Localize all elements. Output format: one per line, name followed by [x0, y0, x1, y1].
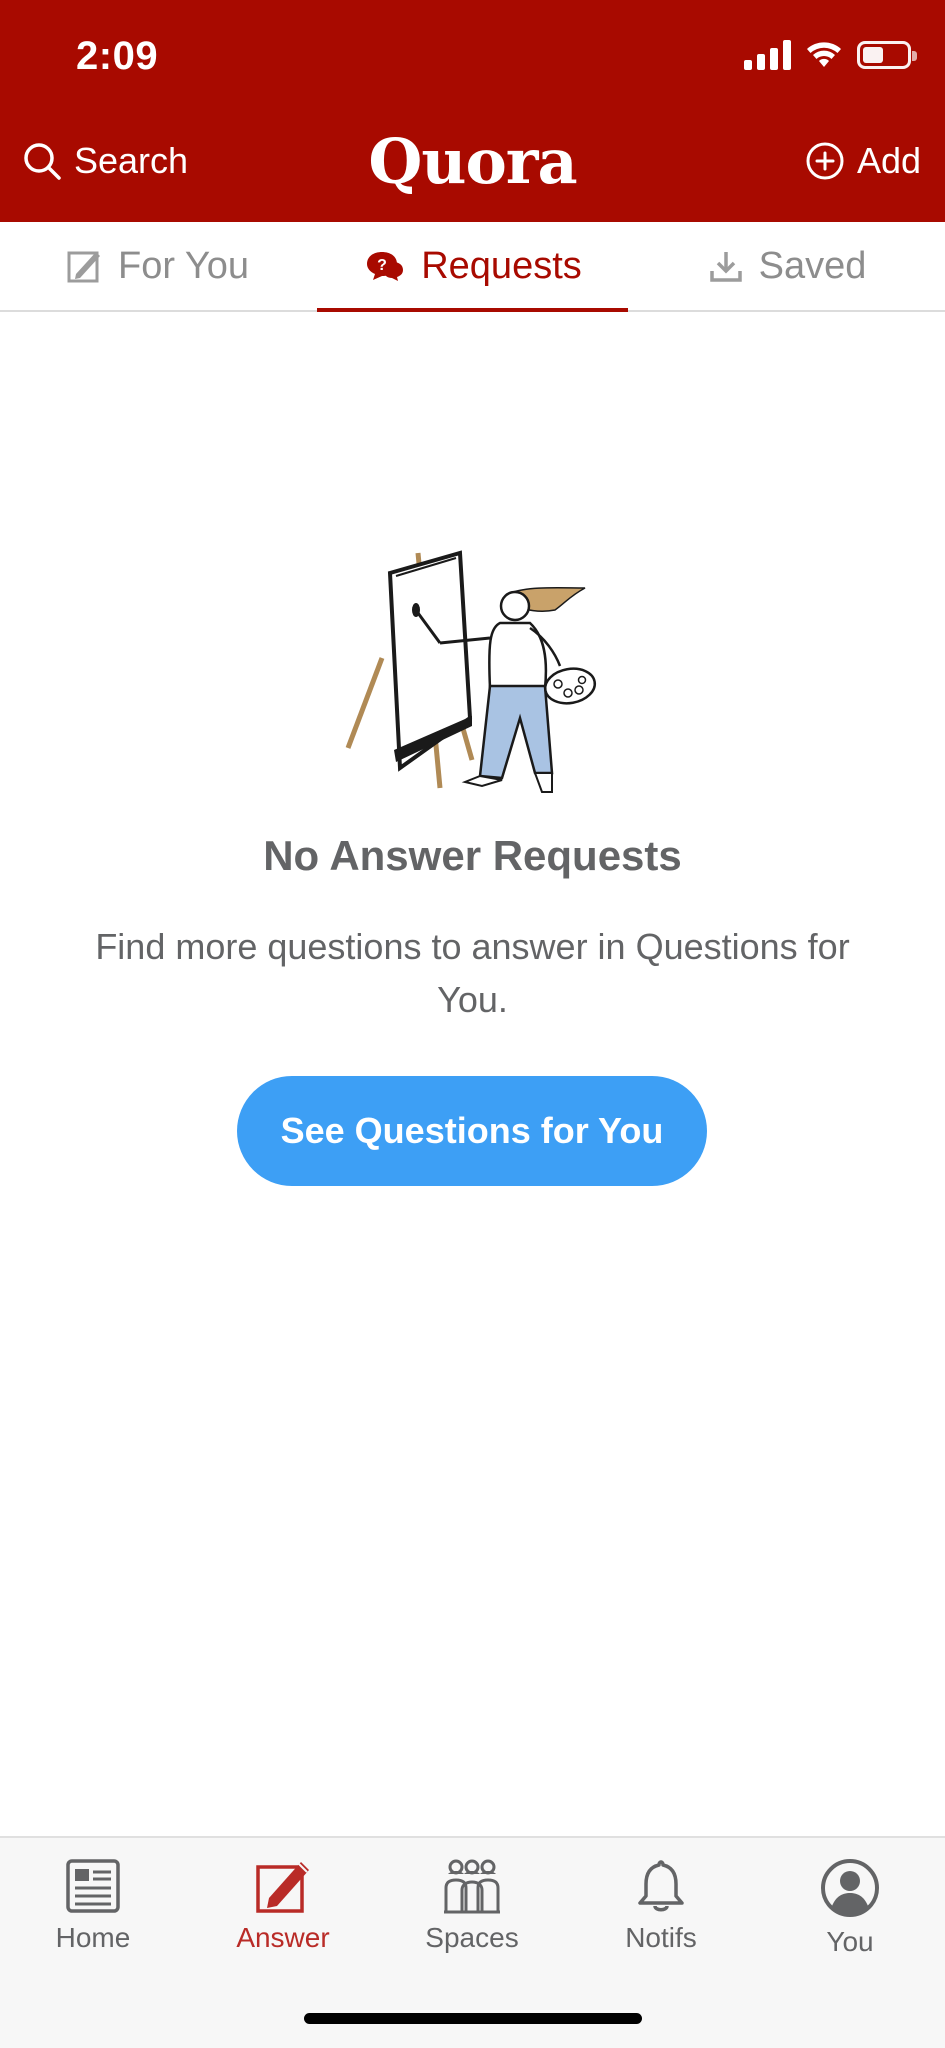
quora-logo: Quora	[368, 125, 577, 198]
tab-requests[interactable]: ? Requests	[315, 222, 630, 312]
download-icon	[709, 252, 742, 282]
status-icons	[744, 40, 917, 70]
spaces-people-icon	[444, 1859, 500, 1914]
empty-state-title: No Answer Requests	[263, 832, 682, 879]
chat-question-icon: ?	[367, 252, 404, 281]
answer-pencil-icon	[256, 1862, 309, 1913]
nav-label: Home	[55, 1922, 131, 1953]
nav-you[interactable]: You	[770, 1858, 930, 1958]
status-time: 2:09	[76, 34, 159, 78]
empty-state-message: Find more questions to answer in Questio…	[95, 926, 850, 1020]
plus-circle-icon	[806, 142, 844, 180]
answer-tabs: For You ? Requests Saved	[0, 222, 945, 312]
nav-label: Spaces	[425, 1922, 519, 1953]
wifi-icon	[807, 42, 841, 67]
tab-for-you[interactable]: For You	[0, 222, 315, 310]
painter-illustration	[345, 550, 597, 793]
nav-answer[interactable]: Answer	[203, 1858, 363, 1954]
tab-label: For You	[118, 244, 249, 287]
tab-saved[interactable]: Saved	[630, 222, 945, 310]
nav-notifs[interactable]: Notifs	[581, 1858, 741, 1954]
tab-label: Requests	[421, 244, 582, 287]
profile-icon	[821, 1859, 879, 1917]
battery-icon	[857, 41, 917, 69]
edit-icon	[67, 251, 100, 283]
app-header: 2:09 Search Quora Add	[0, 0, 945, 222]
home-feed-icon	[66, 1859, 120, 1913]
nav-home[interactable]: Home	[13, 1858, 173, 1954]
home-indicator[interactable]	[304, 2013, 642, 2024]
add-button[interactable]: Add	[805, 140, 921, 182]
tab-label: Saved	[758, 244, 867, 287]
nav-label: Notifs	[625, 1922, 697, 1953]
nav-label: Answer	[236, 1922, 330, 1953]
cellular-signal-icon	[744, 40, 791, 70]
bell-icon	[638, 1860, 684, 1912]
nav-label: You	[826, 1926, 874, 1957]
svg-text:?: ?	[377, 257, 387, 274]
see-questions-button[interactable]: See Questions for You	[237, 1076, 707, 1186]
add-label: Add	[856, 140, 921, 181]
nav-spaces[interactable]: Spaces	[392, 1858, 552, 1954]
